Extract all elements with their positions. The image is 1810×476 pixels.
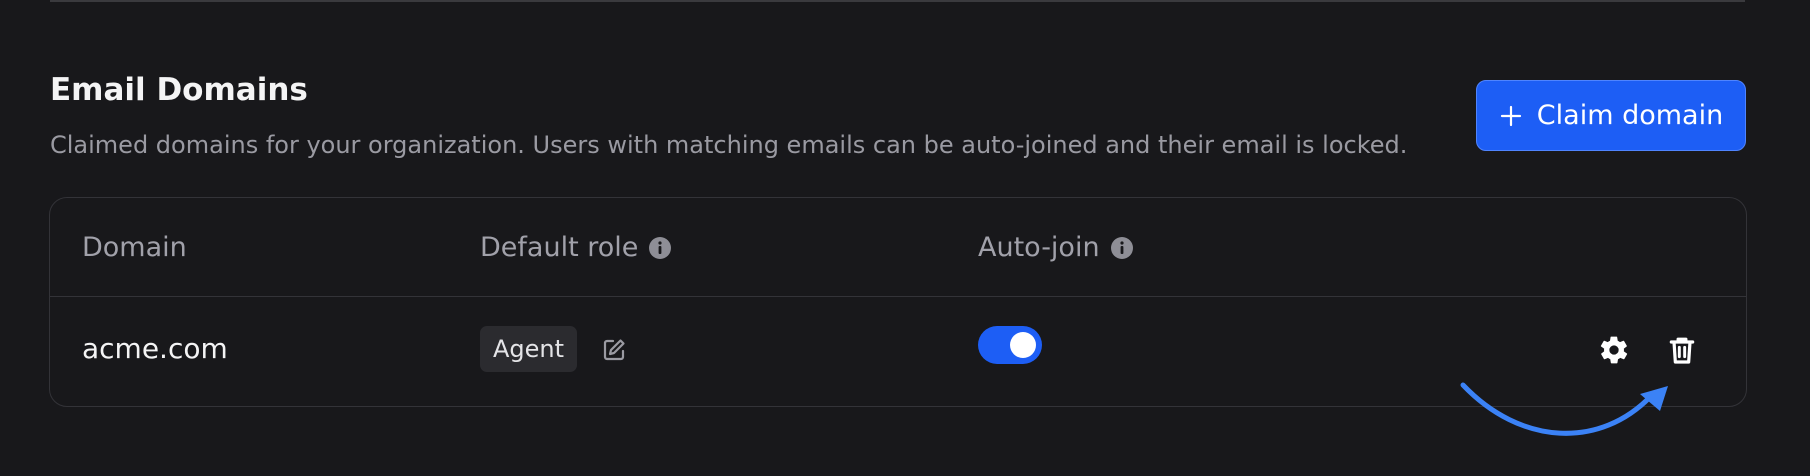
domains-table: Domain Default role Auto-join acme.com A… xyxy=(49,197,1747,407)
domain-cell: acme.com xyxy=(82,332,228,365)
table-header: Domain Default role Auto-join xyxy=(50,198,1746,297)
section-description: Claimed domains for your organization. U… xyxy=(50,131,1408,159)
auto-join-toggle[interactable] xyxy=(978,326,1042,364)
gear-icon[interactable] xyxy=(1598,334,1630,366)
role-badge: Agent xyxy=(480,326,578,372)
column-header-domain-label: Domain xyxy=(82,232,187,263)
info-icon[interactable] xyxy=(648,236,672,260)
edit-role-icon[interactable] xyxy=(601,337,627,363)
column-header-default-role: Default role xyxy=(480,232,672,263)
plus-icon xyxy=(1500,105,1521,126)
top-divider xyxy=(50,0,1745,2)
column-header-default-role-label: Default role xyxy=(480,232,639,263)
claim-domain-label: Claim domain xyxy=(1536,100,1724,131)
info-icon[interactable] xyxy=(1110,236,1134,260)
section-title: Email Domains xyxy=(50,72,308,108)
role-badge-label: Agent xyxy=(493,335,565,363)
column-header-auto-join-label: Auto-join xyxy=(978,232,1100,263)
column-header-domain: Domain xyxy=(82,232,187,263)
claim-domain-button[interactable]: Claim domain xyxy=(1476,80,1746,151)
trash-icon[interactable] xyxy=(1666,334,1698,366)
email-domains-page: Email Domains Claimed domains for your o… xyxy=(0,0,1810,476)
table-row: acme.com Agent xyxy=(50,296,1746,408)
column-header-auto-join: Auto-join xyxy=(978,232,1134,263)
toggle-knob xyxy=(1010,332,1036,358)
